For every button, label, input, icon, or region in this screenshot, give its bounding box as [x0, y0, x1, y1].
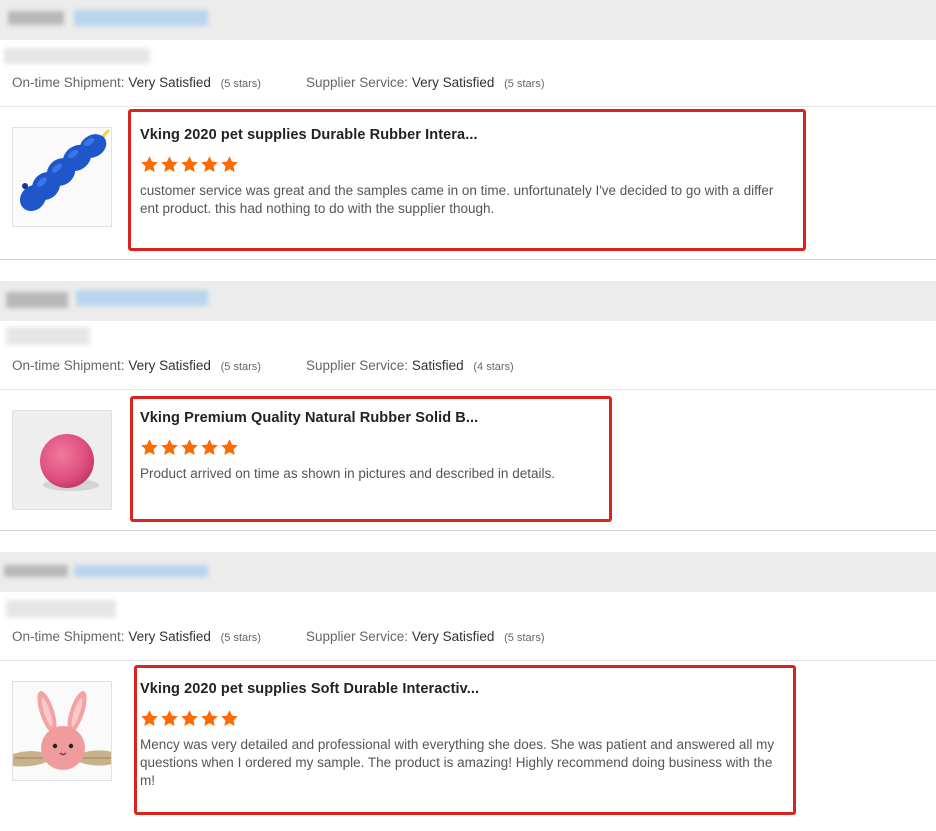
service-rating: Supplier Service: Very Satisfied (5 star… [306, 75, 544, 90]
pink-bunny-plush-toy-image [13, 682, 111, 780]
service-stars: (4 stars) [473, 361, 514, 373]
reviewer-header [0, 281, 936, 321]
service-rating: Supplier Service: Satisfied (4 stars) [306, 358, 514, 373]
reviewer-header [0, 0, 936, 40]
blurred-reviewer-flag [6, 292, 68, 308]
blurred-reviewer-name [76, 290, 208, 306]
shipment-label: On-time Shipment: [12, 629, 125, 644]
service-label: Supplier Service: [306, 358, 409, 373]
service-label: Supplier Service: [306, 75, 409, 90]
star-icon [141, 156, 158, 173]
product-image[interactable] [12, 127, 112, 227]
shipment-value: Very Satisfied [128, 629, 211, 644]
star-icon [221, 710, 238, 727]
star-icon [161, 439, 178, 456]
comment-line: m! [140, 773, 155, 788]
blurred-review-date [4, 48, 150, 64]
product-image[interactable] [12, 410, 112, 510]
review-separator [0, 259, 936, 260]
star-icon [201, 439, 218, 456]
product-title[interactable]: Vking Premium Quality Natural Rubber Sol… [140, 410, 478, 426]
blue-rubber-chew-toy-image [13, 128, 111, 226]
service-label: Supplier Service: [306, 629, 409, 644]
reviewer-header [0, 552, 936, 592]
blurred-reviewer-flag [8, 11, 64, 25]
blurred-review-date [6, 600, 116, 618]
service-rating: Supplier Service: Very Satisfied (5 star… [306, 629, 544, 644]
ratings-row: On-time Shipment: Very Satisfied (5 star… [12, 629, 544, 644]
divider [0, 106, 936, 107]
review-card: On-time Shipment: Very Satisfied (5 star… [0, 0, 936, 260]
star-icon [221, 439, 238, 456]
comment-line: ent product. this had nothing to do with… [140, 201, 495, 216]
service-value: Very Satisfied [411, 629, 495, 644]
review-comment: Mency was very detailed and professional… [140, 736, 774, 790]
review-card: On-time Shipment: Very Satisfied (5 star… [0, 552, 936, 831]
shipment-value: Very Satisfied [128, 75, 211, 90]
blurred-reviewer-name [74, 565, 208, 577]
comment-line: customer service was great and the sampl… [140, 183, 774, 198]
shipment-label: On-time Shipment: [12, 75, 125, 90]
shipment-stars: (5 stars) [220, 632, 261, 644]
divider [0, 389, 936, 390]
review-comment: customer service was great and the sampl… [140, 182, 773, 218]
star-icon [181, 156, 198, 173]
comment-line: questions when I ordered my sample. The … [140, 755, 773, 770]
product-title[interactable]: Vking 2020 pet supplies Soft Durable Int… [140, 681, 479, 697]
comment-line: Mency was very detailed and professional… [140, 737, 775, 752]
divider [0, 660, 936, 661]
star-icon [181, 439, 198, 456]
shipment-value: Very Satisfied [128, 358, 211, 373]
product-title[interactable]: Vking 2020 pet supplies Durable Rubber I… [140, 127, 478, 143]
product-image[interactable] [12, 681, 112, 781]
star-icon [141, 439, 158, 456]
review-comment: Product arrived on time as shown in pict… [140, 465, 555, 483]
review-card: On-time Shipment: Very Satisfied (5 star… [0, 281, 936, 531]
service-stars: (5 stars) [504, 632, 545, 644]
ratings-row: On-time Shipment: Very Satisfied (5 star… [12, 358, 514, 373]
star-rating [140, 709, 239, 728]
ratings-row: On-time Shipment: Very Satisfied (5 star… [12, 75, 544, 90]
service-value: Satisfied [411, 358, 464, 373]
blurred-reviewer-name [74, 10, 208, 26]
star-icon [161, 710, 178, 727]
blurred-review-date [6, 327, 90, 345]
comment-line: Product arrived on time as shown in pict… [140, 466, 555, 481]
star-rating [140, 438, 239, 457]
star-icon [201, 710, 218, 727]
pink-rubber-ball-image [13, 411, 111, 509]
service-stars: (5 stars) [504, 78, 545, 90]
star-icon [141, 710, 158, 727]
star-icon [201, 156, 218, 173]
blurred-reviewer-flag [4, 565, 68, 577]
shipment-stars: (5 stars) [220, 361, 261, 373]
star-icon [221, 156, 238, 173]
review-separator [0, 530, 936, 531]
shipment-stars: (5 stars) [220, 78, 261, 90]
star-icon [161, 156, 178, 173]
service-value: Very Satisfied [411, 75, 495, 90]
shipment-label: On-time Shipment: [12, 358, 125, 373]
star-rating [140, 155, 239, 174]
star-icon [181, 710, 198, 727]
